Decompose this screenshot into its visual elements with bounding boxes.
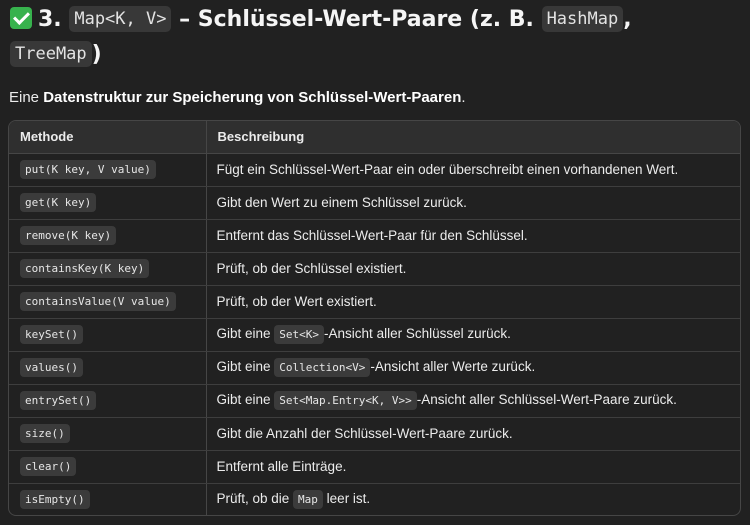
intro-bold: Datenstruktur zur Speicherung von Schlüs… bbox=[43, 89, 462, 106]
description-cell: Gibt den Wert zu einem Schlüssel zurück. bbox=[206, 186, 740, 220]
header-description: Beschreibung bbox=[206, 121, 740, 154]
intro-prefix: Eine bbox=[9, 89, 44, 106]
method-code: put(K key, V value) bbox=[20, 160, 156, 179]
method-cell: clear() bbox=[9, 450, 207, 484]
header-method: Methode bbox=[9, 121, 207, 154]
method-cell: remove(K key) bbox=[9, 219, 207, 253]
method-cell: values() bbox=[9, 351, 207, 385]
description-text: Gibt eine bbox=[216, 392, 275, 407]
intro-suffix: . bbox=[461, 89, 466, 106]
section-heading: 3. Map<K, V> – Schlüssel-Wert-Paare (z. … bbox=[10, 2, 740, 72]
heading-code-hashmap: HashMap bbox=[541, 6, 624, 32]
method-code: isEmpty() bbox=[20, 490, 90, 510]
method-code: clear() bbox=[20, 457, 77, 476]
table-header-row: Methode Beschreibung bbox=[9, 121, 740, 154]
description-text: -Ansicht aller Schlüssel zurück. bbox=[324, 326, 511, 341]
description-cell: Prüft, ob der Wert existiert. bbox=[206, 285, 740, 319]
description-text: Gibt eine bbox=[216, 359, 275, 374]
method-cell: put(K key, V value) bbox=[9, 153, 207, 187]
description-text: Prüft, ob die bbox=[216, 491, 294, 507]
description-cell: Gibt eine Set<K> -Ansicht aller Schlüssel… bbox=[206, 318, 740, 352]
inline-code: Set<Map.Entry<K, V>> bbox=[274, 391, 417, 410]
description-cell: Prüft, ob die Map leer ist. bbox=[206, 483, 740, 515]
method-code: entrySet() bbox=[20, 391, 97, 410]
table-row: get(K key) Gibt den Wert zu einem Schlüs… bbox=[9, 186, 740, 220]
table-row: keySet() Gibt eine Set<K> -Ansicht aller … bbox=[9, 318, 740, 352]
method-code: size() bbox=[20, 424, 70, 443]
description-cell: Fügt ein Schlüssel-Wert-Paar ein oder üb… bbox=[206, 153, 740, 187]
method-code: values() bbox=[20, 358, 83, 377]
description-text: Gibt eine bbox=[216, 326, 275, 341]
method-cell: size() bbox=[9, 417, 207, 451]
method-code: containsValue(V value) bbox=[20, 292, 176, 311]
description-cell: Gibt eine Set<Map.Entry<K, V>> -Ansicht a… bbox=[206, 384, 740, 418]
check-mark-button-icon bbox=[10, 7, 32, 29]
method-code: containsKey(K key) bbox=[20, 259, 150, 278]
heading-number: 3. bbox=[38, 7, 62, 32]
description-text: leer ist. bbox=[322, 491, 371, 507]
table-row: isEmpty() Prüft, ob die Map leer ist. bbox=[9, 483, 740, 515]
heading-close: ) bbox=[91, 42, 102, 67]
table-row: put(K key, V value) Fügt ein Schlüssel-W… bbox=[9, 153, 740, 187]
methods-table: Methode Beschreibung put(K key, V value)… bbox=[8, 120, 741, 516]
table-row: entrySet() Gibt eine Set<Map.Entry<K, V>… bbox=[9, 384, 740, 418]
inline-code: Map bbox=[293, 490, 323, 510]
methods-table-grid: Methode Beschreibung put(K key, V value)… bbox=[9, 121, 740, 515]
method-cell: entrySet() bbox=[9, 384, 207, 418]
heading-separator: , bbox=[623, 7, 632, 32]
table-row: size() Gibt die Anzahl der Schlüssel-Wer… bbox=[9, 417, 740, 451]
method-cell: containsKey(K key) bbox=[9, 252, 207, 286]
intro-paragraph: Eine Datenstruktur zur Speicherung von S… bbox=[9, 88, 466, 108]
description-cell: Entfernt das Schlüssel-Wert-Paar für den… bbox=[206, 219, 740, 253]
table-row: values() Gibt eine Collection<V> -Ansicht… bbox=[9, 351, 740, 385]
method-cell: keySet() bbox=[9, 318, 207, 352]
method-cell: isEmpty() bbox=[9, 483, 207, 515]
description-text: -Ansicht aller Schlüssel-Wert-Paare zurü… bbox=[416, 392, 677, 407]
method-code: remove(K key) bbox=[20, 226, 117, 245]
inline-code: Set<K> bbox=[274, 325, 325, 344]
method-code: keySet() bbox=[20, 325, 83, 344]
heading-code-map: Map<K, V> bbox=[69, 6, 172, 32]
method-cell: get(K key) bbox=[9, 186, 207, 220]
table-row: remove(K key) Entfernt das Schlüssel-Wer… bbox=[9, 219, 740, 253]
heading-text: – Schlüssel-Wert-Paare (z. B. bbox=[171, 7, 542, 32]
table-row: clear() Entfernt alle Einträge. bbox=[9, 450, 740, 484]
description-cell: Entfernt alle Einträge. bbox=[206, 450, 740, 484]
table-row: containsValue(V value) Prüft, ob der Wer… bbox=[9, 285, 740, 319]
method-code: get(K key) bbox=[20, 193, 97, 212]
description-cell: Gibt eine Collection<V> -Ansicht aller We… bbox=[206, 351, 740, 385]
heading-code-treemap: TreeMap bbox=[10, 41, 92, 67]
inline-code: Collection<V> bbox=[274, 358, 371, 377]
description-cell: Gibt die Anzahl der Schlüssel-Wert-Paare… bbox=[206, 417, 740, 451]
table-row: containsKey(K key) Prüft, ob der Schlüss… bbox=[9, 252, 740, 286]
description-text: -Ansicht aller Werte zurück. bbox=[370, 359, 536, 374]
description-cell: Prüft, ob der Schlüssel existiert. bbox=[206, 252, 740, 286]
method-cell: containsValue(V value) bbox=[9, 285, 207, 319]
